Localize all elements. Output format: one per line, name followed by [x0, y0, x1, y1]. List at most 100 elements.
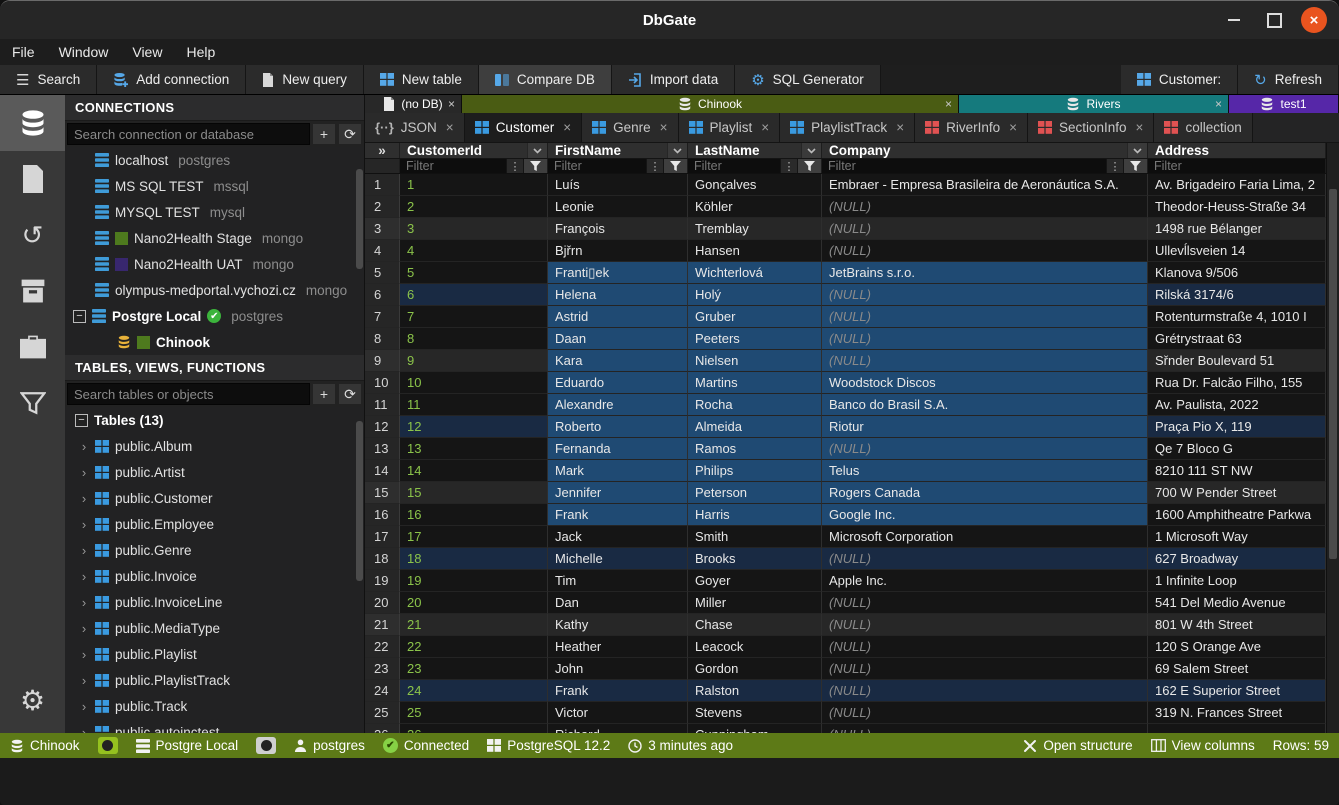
cell-firstname[interactable]: Franti▯ek [548, 262, 688, 284]
cell-firstname[interactable]: Leonie [548, 196, 688, 218]
filter-menu-icon[interactable]: ⋮ [646, 159, 663, 173]
theme-palette-icon[interactable] [98, 737, 118, 754]
chevron-right-icon[interactable]: › [79, 439, 89, 454]
table-row[interactable]: 2020DanMiller(NULL)541 Del Medio Avenue [365, 592, 1326, 614]
rail-item-briefcase[interactable] [0, 319, 65, 375]
cell-customerid[interactable]: 8 [400, 328, 548, 350]
collapse-icon[interactable]: − [75, 414, 88, 427]
connection-item[interactable]: olympus-medportal.vychozi.czmongo [65, 277, 364, 303]
cell-lastname[interactable]: Brooks [688, 548, 822, 570]
status-item-view-columns[interactable]: View columns [1151, 738, 1255, 753]
cell-address[interactable]: Theodor-Heuss-Straße 34 [1148, 196, 1326, 218]
table-row[interactable]: 2121KathyChase(NULL)801 W 4th Street [365, 614, 1326, 636]
cell-company[interactable]: (NULL) [822, 284, 1148, 306]
cell-address[interactable]: 8210 111 ST NW [1148, 460, 1326, 482]
chevron-right-icon[interactable]: › [79, 647, 89, 662]
cell-lastname[interactable]: Wichterlová [688, 262, 822, 284]
cell-lastname[interactable]: Tremblay [688, 218, 822, 240]
cell-address[interactable]: Av. Paulista, 2022 [1148, 394, 1326, 416]
cell-customerid[interactable]: 20 [400, 592, 548, 614]
cell-lastname[interactable]: Martins [688, 372, 822, 394]
table-row[interactable]: 1616FrankHarrisGoogle Inc.1600 Amphithea… [365, 504, 1326, 526]
table-row[interactable]: 99KaraNielsen(NULL)Sřnder Boulevard 51 [365, 350, 1326, 372]
close-icon[interactable]: × [1136, 120, 1144, 135]
cell-firstname[interactable]: Eduardo [548, 372, 688, 394]
tables-group[interactable]: −Tables (13) [65, 407, 364, 433]
cell-address[interactable]: Rotenturmstraße 4, 1010 I [1148, 306, 1326, 328]
rail-item-database[interactable] [0, 95, 65, 151]
table-item[interactable]: ›public.Track [65, 693, 364, 719]
cell-customerid[interactable]: 5 [400, 262, 548, 284]
toolbar-button-new-query[interactable]: New query [246, 65, 364, 94]
table-item[interactable]: ›public.Employee [65, 511, 364, 537]
cell-customerid[interactable]: 4 [400, 240, 548, 262]
theme-palette-icon[interactable] [256, 737, 276, 754]
cell-address[interactable] [1148, 724, 1326, 733]
close-icon[interactable]: × [945, 97, 952, 111]
filter-funnel-icon[interactable] [797, 159, 821, 173]
cell-firstname[interactable]: Luís [548, 174, 688, 196]
cell-address[interactable]: 541 Del Medio Avenue [1148, 592, 1326, 614]
cell-customerid[interactable]: 18 [400, 548, 548, 570]
cell-company[interactable]: (NULL) [822, 328, 1148, 350]
cell-customerid[interactable]: 9 [400, 350, 548, 372]
close-icon[interactable]: × [1009, 120, 1017, 135]
cell-address[interactable]: Klanova 9/506 [1148, 262, 1326, 284]
tab-customer[interactable]: Customer× [465, 113, 582, 142]
toolbar-button-compare-db[interactable]: Compare DB [479, 65, 612, 94]
cell-lastname[interactable]: Holý [688, 284, 822, 306]
cell-lastname[interactable]: Leacock [688, 636, 822, 658]
cell-company[interactable]: (NULL) [822, 548, 1148, 570]
cell-address[interactable]: 162 E Superior Street [1148, 680, 1326, 702]
tab-group-test1[interactable]: test1 [1229, 95, 1339, 113]
cell-address[interactable]: Sřnder Boulevard 51 [1148, 350, 1326, 372]
table-row[interactable]: 1818MichelleBrooks(NULL)627 Broadway [365, 548, 1326, 570]
cell-company[interactable]: (NULL) [822, 680, 1148, 702]
column-header-company[interactable]: Company [822, 143, 1148, 158]
cell-firstname[interactable]: Alexandre [548, 394, 688, 416]
cell-address[interactable]: Av. Brigadeiro Faria Lima, 2 [1148, 174, 1326, 196]
cell-lastname[interactable]: Gonçalves [688, 174, 822, 196]
column-dropdown-icon[interactable] [527, 143, 547, 158]
cell-company[interactable]: (NULL) [822, 196, 1148, 218]
cell-lastname[interactable]: Gruber [688, 306, 822, 328]
cell-firstname[interactable]: Roberto [548, 416, 688, 438]
table-row[interactable]: 1515JenniferPetersonRogers Canada700 W P… [365, 482, 1326, 504]
table-row[interactable]: 88DaanPeeters(NULL)Grétrystraat 63 [365, 328, 1326, 350]
table-row[interactable]: 55Franti▯ekWichterlováJetBrains s.r.o.Kl… [365, 262, 1326, 284]
toolbar-button-customer-[interactable]: Customer: [1121, 65, 1238, 94]
cell-company[interactable]: JetBrains s.r.o. [822, 262, 1148, 284]
connection-item[interactable]: −Postgre Local✔postgres [65, 303, 364, 329]
connection-item[interactable]: MYSQL TESTmysql [65, 199, 364, 225]
cell-lastname[interactable]: Stevens [688, 702, 822, 724]
column-header-address[interactable]: Address [1148, 143, 1326, 158]
cell-address[interactable]: Rilská 3174/6 [1148, 284, 1326, 306]
cell-lastname[interactable]: Hansen [688, 240, 822, 262]
table-item[interactable]: ›public.Album [65, 433, 364, 459]
cell-firstname[interactable]: Tim [548, 570, 688, 592]
cell-address[interactable]: 120 S Orange Ave [1148, 636, 1326, 658]
vertical-scrollbar[interactable] [1326, 143, 1339, 733]
menu-item-window[interactable]: Window [59, 44, 109, 60]
cell-firstname[interactable]: Helena [548, 284, 688, 306]
add-connection-plus-button[interactable]: + [312, 123, 336, 145]
cell-company[interactable]: Telus [822, 460, 1148, 482]
tab-playlist[interactable]: Playlist× [679, 113, 781, 142]
cell-lastname[interactable]: Chase [688, 614, 822, 636]
cell-customerid[interactable]: 16 [400, 504, 548, 526]
table-item[interactable]: ›public.Artist [65, 459, 364, 485]
minimize-button[interactable] [1221, 7, 1247, 33]
cell-firstname[interactable]: Mark [548, 460, 688, 482]
cell-firstname[interactable]: Frank [548, 680, 688, 702]
table-item[interactable]: ›public.Genre [65, 537, 364, 563]
tables-plus-button[interactable]: + [312, 383, 336, 405]
cell-address[interactable]: 700 W Pender Street [1148, 482, 1326, 504]
filter-menu-icon[interactable]: ⋮ [506, 159, 523, 173]
cell-lastname[interactable]: Goyer [688, 570, 822, 592]
cell-customerid[interactable]: 26 [400, 724, 548, 733]
rail-item-filter[interactable] [0, 375, 65, 431]
cell-company[interactable]: (NULL) [822, 306, 1148, 328]
chevron-right-icon[interactable]: › [79, 595, 89, 610]
filter-input-company[interactable] [822, 159, 1106, 173]
cell-company[interactable]: Microsoft Corporation [822, 526, 1148, 548]
